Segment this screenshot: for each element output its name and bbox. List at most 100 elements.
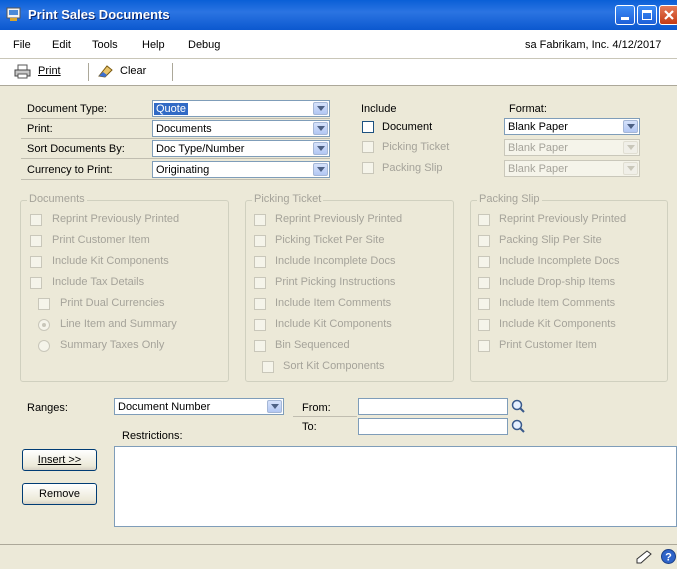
pt-reprint-checkbox[interactable] [254, 214, 266, 226]
include-packing-slip-checkbox[interactable] [362, 162, 374, 174]
note-icon[interactable] [635, 549, 653, 565]
status-bar: ? [0, 544, 677, 569]
ranges-dropdown[interactable]: Document Number [114, 398, 284, 415]
pt-kit-components-label: Include Kit Components [275, 318, 392, 330]
reprint-previously-printed-checkbox[interactable] [30, 214, 42, 226]
pt-reprint-label: Reprint Previously Printed [275, 213, 403, 225]
summary-taxes-only-radio[interactable] [38, 340, 50, 352]
sort-by-dropdown[interactable]: Doc Type/Number [152, 140, 330, 157]
chevron-down-icon[interactable] [313, 163, 328, 176]
format-document-dropdown[interactable]: Blank Paper [504, 118, 640, 135]
document-type-dropdown[interactable]: Quote [152, 100, 330, 117]
chevron-down-icon[interactable] [313, 102, 328, 115]
documents-group: Documents [20, 193, 229, 382]
pt-incomplete-docs-checkbox[interactable] [254, 256, 266, 268]
toolbar: Print Clear [0, 59, 677, 86]
pt-bin-sequenced-checkbox[interactable] [254, 340, 266, 352]
include-tax-details-checkbox[interactable] [30, 277, 42, 289]
format-label: Format: [509, 103, 547, 115]
ps-customer-item-label: Print Customer Item [499, 339, 597, 351]
row-divider [21, 138, 330, 139]
include-kit-components-label: Include Kit Components [52, 255, 169, 267]
insert-button[interactable]: Insert >> [22, 449, 97, 471]
close-button[interactable] [659, 5, 677, 25]
menu-debug[interactable]: Debug [188, 39, 220, 51]
help-icon[interactable]: ? [660, 548, 677, 565]
pt-item-comments-checkbox[interactable] [254, 298, 266, 310]
ps-per-site-checkbox[interactable] [478, 235, 490, 247]
currency-dropdown[interactable]: Originating [152, 161, 330, 178]
title-bar[interactable]: Print Sales Documents [0, 0, 677, 30]
menu-help[interactable]: Help [142, 39, 165, 51]
clear-label: Clear [120, 65, 147, 77]
format-picking-ticket-value: Blank Paper [508, 142, 568, 154]
documents-group-title: Documents [27, 193, 87, 205]
chevron-down-icon[interactable] [623, 162, 638, 175]
remove-button[interactable]: Remove [22, 483, 97, 505]
menu-edit[interactable]: Edit [52, 39, 71, 51]
menu-tools[interactable]: Tools [92, 39, 118, 51]
picking-ticket-group-title: Picking Ticket [252, 193, 324, 205]
print-dual-currencies-label: Print Dual Currencies [60, 297, 165, 309]
ps-item-comments-label: Include Item Comments [499, 297, 616, 309]
sort-by-value: Doc Type/Number [156, 143, 245, 155]
chevron-down-icon[interactable] [313, 122, 328, 135]
lookup-icon[interactable] [510, 418, 526, 434]
row-divider [293, 416, 357, 417]
include-picking-ticket-checkbox[interactable] [362, 141, 374, 153]
ps-reprint-checkbox[interactable] [478, 214, 490, 226]
eraser-icon[interactable] [97, 63, 115, 79]
pt-sort-kit-components-checkbox[interactable] [262, 361, 274, 373]
printer-icon[interactable] [14, 64, 31, 79]
format-packing-slip-value: Blank Paper [508, 163, 568, 175]
company-date-indicator[interactable]: sa Fabrikam, Inc. 4/12/2017 [525, 39, 661, 51]
to-input[interactable] [358, 418, 508, 435]
from-label: From: [302, 402, 331, 414]
chevron-down-icon[interactable] [313, 142, 328, 155]
chevron-down-icon[interactable] [267, 400, 282, 413]
print-button[interactable]: Print [38, 65, 61, 77]
pt-kit-components-checkbox[interactable] [254, 319, 266, 331]
clear-button[interactable]: Clear [120, 65, 146, 77]
currency-value: Originating [156, 164, 210, 176]
minimize-button[interactable] [615, 5, 635, 25]
toolbar-separator [172, 63, 173, 81]
restrictions-list[interactable] [114, 446, 677, 527]
print-label-field: Print: [27, 123, 53, 135]
from-input[interactable] [358, 398, 508, 415]
ranges-label: Ranges: [27, 402, 68, 414]
document-type-label: Document Type: [27, 103, 107, 115]
restrictions-label: Restrictions: [122, 430, 183, 442]
chevron-down-icon[interactable] [623, 120, 638, 133]
print-dual-currencies-checkbox[interactable] [38, 298, 50, 310]
menu-file[interactable]: File [13, 39, 31, 51]
ps-incomplete-docs-checkbox[interactable] [478, 256, 490, 268]
include-kit-components-checkbox[interactable] [30, 256, 42, 268]
line-item-summary-radio[interactable] [38, 319, 50, 331]
pt-picking-instructions-label: Print Picking Instructions [275, 276, 396, 288]
maximize-button[interactable] [637, 5, 657, 25]
packing-slip-group: Packing Slip [470, 193, 668, 382]
toolbar-separator [88, 63, 89, 81]
ps-drop-ship-checkbox[interactable] [478, 277, 490, 289]
pt-picking-instructions-checkbox[interactable] [254, 277, 266, 289]
svg-text:?: ? [665, 552, 672, 564]
include-document-checkbox[interactable] [362, 121, 374, 133]
ps-per-site-label: Packing Slip Per Site [499, 234, 602, 246]
format-picking-ticket-dropdown[interactable]: Blank Paper [504, 139, 640, 156]
window-app-icon [6, 7, 21, 21]
format-document-value: Blank Paper [508, 121, 568, 133]
pt-per-site-checkbox[interactable] [254, 235, 266, 247]
ps-item-comments-checkbox[interactable] [478, 298, 490, 310]
print-label: Print [38, 65, 61, 77]
lookup-icon[interactable] [510, 398, 526, 414]
ps-incomplete-docs-label: Include Incomplete Docs [499, 255, 620, 267]
print-customer-item-checkbox[interactable] [30, 235, 42, 247]
ps-kit-components-checkbox[interactable] [478, 319, 490, 331]
print-dropdown[interactable]: Documents [152, 120, 330, 137]
chevron-down-icon[interactable] [623, 141, 638, 154]
insert-button-label: Insert >> [37, 454, 82, 466]
ps-customer-item-checkbox[interactable] [478, 340, 490, 352]
format-packing-slip-dropdown[interactable]: Blank Paper [504, 160, 640, 177]
include-document-label: Document [382, 121, 433, 133]
